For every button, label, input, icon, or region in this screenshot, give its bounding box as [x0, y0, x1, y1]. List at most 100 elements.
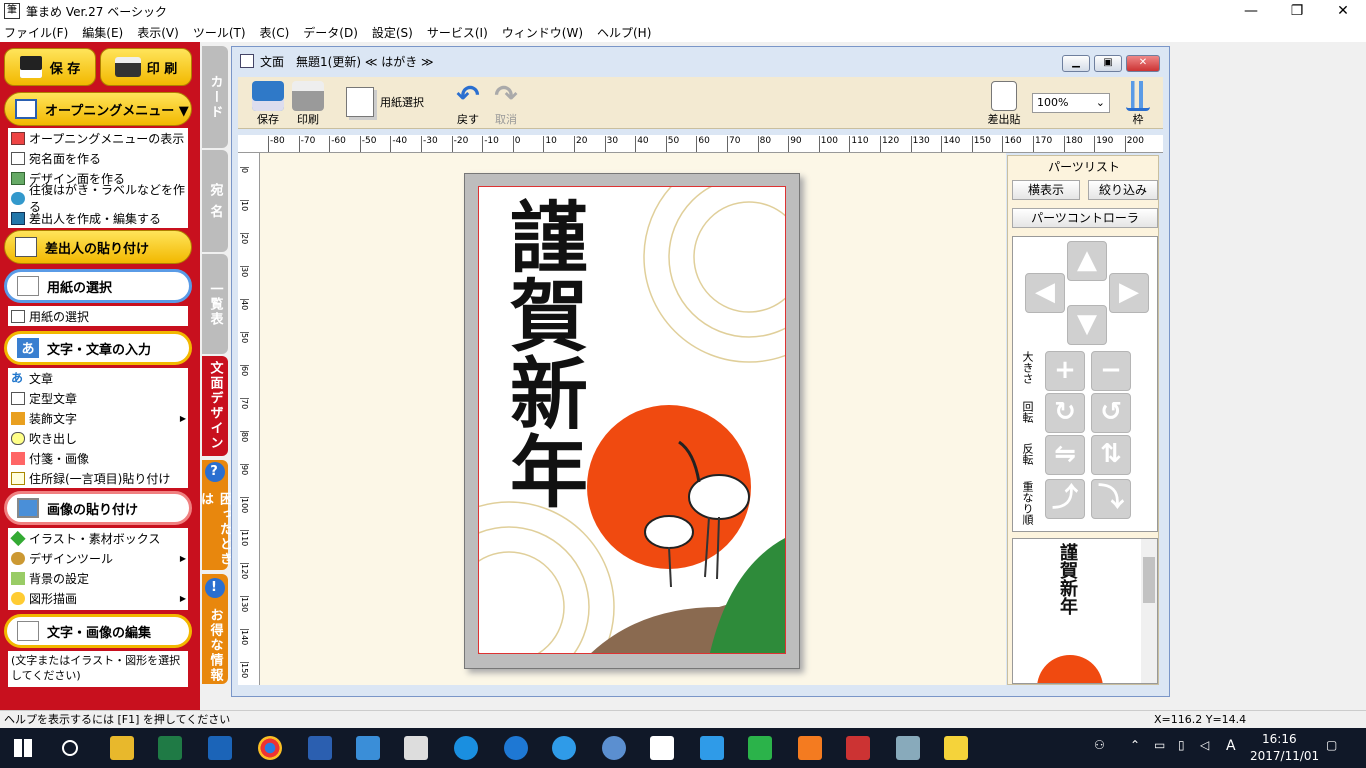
- tb-print-button[interactable]: 印刷: [290, 81, 326, 127]
- flip-horizontal-icon[interactable]: ⇋: [1045, 435, 1085, 475]
- list-item[interactable]: あ文章: [8, 368, 188, 388]
- menu-view[interactable]: 表示(V): [137, 24, 179, 41]
- thunderbird-icon[interactable]: [602, 736, 626, 760]
- tab-help[interactable]: ? 困ったときは: [198, 460, 232, 570]
- people-icon[interactable]: ⚇: [1094, 738, 1105, 752]
- teamviewer-icon[interactable]: [454, 736, 478, 760]
- maximize-button[interactable]: ❐: [1274, 0, 1320, 22]
- word-icon[interactable]: [308, 736, 332, 760]
- menu-table[interactable]: 表(C): [260, 24, 290, 41]
- opening-menu-header[interactable]: オープニングメニュー ▼: [4, 92, 192, 126]
- list-item[interactable]: デザインツール ▶: [8, 548, 188, 568]
- zoom-select[interactable]: 100% ⌄: [1032, 93, 1110, 113]
- shrink-icon[interactable]: −: [1091, 351, 1131, 391]
- enlarge-icon[interactable]: +: [1045, 351, 1085, 391]
- tb-sender-button[interactable]: 差出貼: [984, 81, 1024, 127]
- tb-paper-select-button[interactable]: 用紙選択: [346, 87, 436, 117]
- filter-button[interactable]: 絞り込み: [1088, 180, 1158, 200]
- clock-time[interactable]: 16:16: [1262, 732, 1297, 746]
- move-right-icon[interactable]: ▶: [1109, 273, 1149, 313]
- print-button[interactable]: 印 刷: [100, 48, 192, 86]
- ie-icon[interactable]: [552, 736, 576, 760]
- text-input-header[interactable]: あ 文字・文章の入力: [4, 331, 192, 365]
- list-item[interactable]: イラスト・素材ボックス: [8, 528, 188, 548]
- menu-service[interactable]: サービス(I): [427, 24, 488, 41]
- design-canvas[interactable]: 謹賀新年: [260, 153, 1006, 685]
- tb-undo-button[interactable]: ↶ 戻す: [452, 81, 484, 127]
- move-up-icon[interactable]: ▲: [1067, 241, 1107, 281]
- tab-card[interactable]: カード: [202, 46, 228, 148]
- preview-scrollbar[interactable]: [1141, 539, 1157, 683]
- tab-info[interactable]: ! お得な情報: [202, 574, 228, 684]
- fudemame-icon[interactable]: [650, 736, 674, 760]
- excel-icon[interactable]: [158, 736, 182, 760]
- app-icon[interactable]: 筆: [4, 3, 20, 19]
- tb-frame-button[interactable]: 枠: [1122, 81, 1154, 127]
- paper-select-header[interactable]: 用紙の選択: [4, 269, 192, 303]
- menu-tools[interactable]: ツール(T): [193, 24, 246, 41]
- tab-list[interactable]: 一覧表: [202, 254, 228, 354]
- tray-chevron-icon[interactable]: ⌃: [1130, 738, 1140, 752]
- rotate-right-icon[interactable]: ↻: [1045, 393, 1085, 433]
- game-app-icon[interactable]: [846, 736, 870, 760]
- list-item[interactable]: 往復はがき・ラベルなどを作る: [8, 183, 188, 214]
- wps-presentation-icon[interactable]: [798, 736, 822, 760]
- list-item[interactable]: 図形描画 ▶: [8, 588, 188, 608]
- doc-close-button[interactable]: ✕: [1126, 55, 1160, 72]
- file-explorer-icon[interactable]: [110, 736, 134, 760]
- move-down-icon[interactable]: ▼: [1067, 305, 1107, 345]
- horizontal-view-button[interactable]: 横表示: [1012, 180, 1080, 200]
- chrome-icon[interactable]: [258, 736, 282, 760]
- send-back-icon[interactable]: ⤵: [1091, 479, 1131, 519]
- network-icon[interactable]: ▭: [1154, 738, 1165, 752]
- tb-save-button[interactable]: 保存: [250, 81, 286, 127]
- list-item[interactable]: 差出人を作成・編集する: [8, 208, 188, 228]
- mail-icon[interactable]: [404, 736, 428, 760]
- list-item[interactable]: 住所録(一言項目)貼り付け: [8, 468, 188, 488]
- edit-header[interactable]: 文字・画像の編集: [4, 614, 192, 648]
- windows-start-icon[interactable]: [14, 739, 32, 757]
- app-window-icon[interactable]: [356, 736, 380, 760]
- menu-window[interactable]: ウィンドウ(W): [502, 24, 583, 41]
- rotate-left-icon[interactable]: ↺: [1091, 393, 1131, 433]
- search-circle-icon[interactable]: [62, 740, 78, 756]
- notification-icon[interactable]: ▢: [1326, 738, 1337, 752]
- wps-writer-icon[interactable]: [700, 736, 724, 760]
- clock-date[interactable]: 2017/11/01: [1250, 749, 1319, 763]
- list-item[interactable]: 宛名面を作る: [8, 148, 188, 168]
- list-item[interactable]: オープニングメニューの表示: [8, 128, 188, 148]
- list-item[interactable]: 背景の設定: [8, 568, 188, 588]
- list-item[interactable]: 装飾文字 ▶: [8, 408, 188, 428]
- minimize-button[interactable]: —: [1228, 0, 1274, 22]
- doc-restore-button[interactable]: ▣: [1094, 55, 1122, 72]
- menu-help[interactable]: ヘルプ(H): [597, 24, 651, 41]
- move-left-icon[interactable]: ◀: [1025, 273, 1065, 313]
- image-paste-header[interactable]: 画像の貼り付け: [4, 491, 192, 525]
- tab-design[interactable]: 文面デザイン: [202, 356, 228, 456]
- bring-front-icon[interactable]: ⤴: [1045, 479, 1085, 519]
- sticky-notes-icon[interactable]: [944, 736, 968, 760]
- volume-icon[interactable]: ◁: [1200, 738, 1209, 752]
- list-item[interactable]: 付箋・画像: [8, 448, 188, 468]
- wps-spreadsheet-icon[interactable]: [748, 736, 772, 760]
- parts-controller-button[interactable]: パーツコントローラ: [1012, 208, 1158, 228]
- list-item[interactable]: 定型文章: [8, 388, 188, 408]
- postcard[interactable]: 謹賀新年: [478, 186, 786, 654]
- list-item[interactable]: 吹き出し: [8, 428, 188, 448]
- doc-minimize-button[interactable]: ▁: [1062, 55, 1090, 72]
- tool-app-icon[interactable]: [896, 736, 920, 760]
- menu-data[interactable]: データ(D): [303, 24, 358, 41]
- list-item[interactable]: 用紙の選択: [8, 306, 188, 326]
- save-button[interactable]: 保 存: [4, 48, 96, 86]
- outlook-icon[interactable]: [208, 736, 232, 760]
- tab-address[interactable]: 宛 名: [202, 150, 228, 252]
- flip-vertical-icon[interactable]: ⇅: [1091, 435, 1131, 475]
- power-icon[interactable]: ▯: [1178, 738, 1185, 752]
- menu-file[interactable]: ファイル(F): [4, 24, 68, 41]
- menu-settings[interactable]: 設定(S): [372, 24, 413, 41]
- menu-edit[interactable]: 編集(E): [82, 24, 123, 41]
- close-button[interactable]: ✕: [1320, 0, 1366, 22]
- ime-indicator[interactable]: A: [1226, 738, 1236, 754]
- tb-redo-button[interactable]: ↷ 取消: [490, 81, 522, 127]
- edge-icon[interactable]: [504, 736, 528, 760]
